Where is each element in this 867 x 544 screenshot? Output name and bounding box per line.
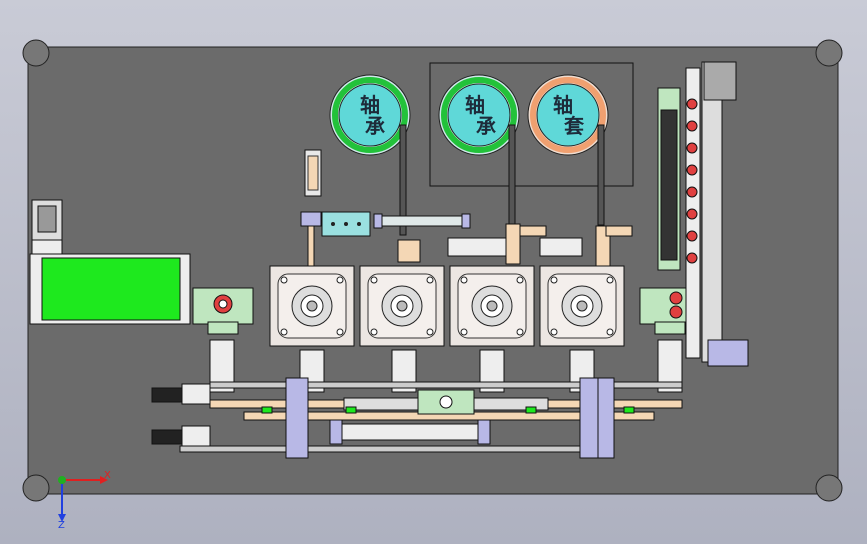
vibratory-dial-2: 轴 承 bbox=[438, 74, 520, 156]
column-puck bbox=[686, 252, 698, 264]
axis-x-label: X bbox=[104, 470, 111, 481]
coordinate-triad: X Z bbox=[58, 470, 111, 531]
column-puck bbox=[686, 208, 698, 220]
motor-1 bbox=[269, 265, 355, 347]
column-puck bbox=[686, 164, 698, 176]
assembly-drawing: 轴 承 轴 承 轴 套 X Z bbox=[22, 39, 843, 531]
axis-z-label: Z bbox=[58, 520, 65, 531]
column-puck bbox=[686, 186, 698, 198]
motor-2 bbox=[359, 265, 445, 347]
column-puck bbox=[686, 142, 698, 154]
column-puck bbox=[686, 98, 698, 110]
top-cylinder bbox=[373, 213, 471, 229]
motor-4 bbox=[539, 265, 625, 347]
bottom-cylinder bbox=[329, 419, 491, 445]
dial-2-label-bottom: 承 bbox=[476, 114, 496, 138]
motor-3 bbox=[449, 265, 535, 347]
vibratory-dial-3: 轴 套 bbox=[527, 74, 609, 156]
column-puck bbox=[686, 120, 698, 132]
dial-3-label-bottom: 套 bbox=[564, 114, 584, 138]
dial-1-label-bottom: 承 bbox=[365, 114, 385, 138]
valve-block bbox=[321, 211, 371, 237]
column-puck bbox=[686, 230, 698, 242]
vibratory-dial-1: 轴 承 bbox=[329, 74, 411, 156]
